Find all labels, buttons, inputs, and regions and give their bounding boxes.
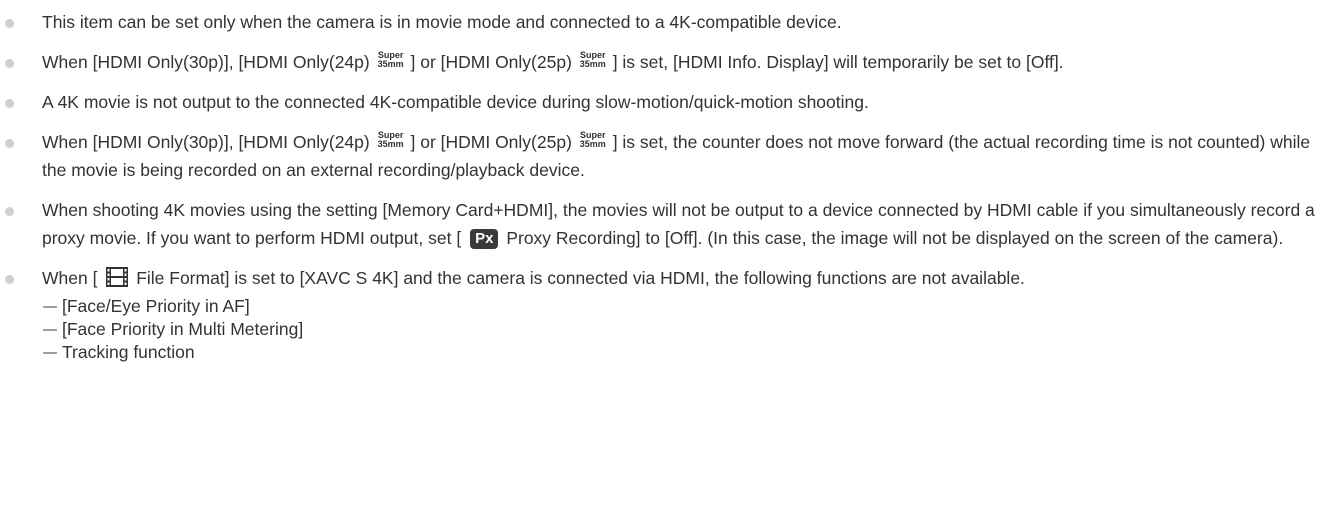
bullet-icon (5, 207, 14, 216)
notes-list: This item can be set only when the camer… (0, 0, 1338, 364)
bullet-icon (5, 19, 14, 28)
super35mm-icon: Super 35mm (579, 130, 606, 149)
note-text-part: When [ (42, 268, 98, 288)
note-text-part: When [HDMI Only(30p)], [HDMI Only(24p) (42, 132, 370, 152)
super35mm-icon: Super 35mm (377, 130, 404, 149)
unavailable-functions-list: [Face/Eye Priority in AF] [Face Priority… (42, 295, 1338, 364)
note-item: When [HDMI Only(30p)], [HDMI Only(24p) S… (0, 128, 1338, 184)
notes-page: This item can be set only when the camer… (0, 0, 1338, 530)
note-text-part: ] or [HDMI Only(25p) (410, 52, 572, 72)
bullet-icon (5, 99, 14, 108)
sub-list-item: [Face/Eye Priority in AF] (42, 295, 1338, 318)
note-text-part: Proxy Recording] to [Off]. (In this case… (506, 228, 1284, 248)
note-item: When [ File Format] is set to [XAVC S 4K… (0, 264, 1338, 364)
film-strip-icon (106, 267, 129, 295)
note-text: This item can be set only when the camer… (42, 12, 842, 32)
dash-icon (43, 329, 57, 331)
note-text-part: File Format] is set to [XAVC S 4K] and t… (136, 268, 1025, 288)
note-text-part: When [HDMI Only(30p)], [HDMI Only(24p) (42, 52, 370, 72)
super35mm-icon: Super 35mm (579, 50, 606, 69)
note-item: This item can be set only when the camer… (0, 8, 1338, 36)
sub-list-item: Tracking function (42, 341, 1338, 364)
super35mm-icon: Super 35mm (377, 50, 404, 69)
note-item: When shooting 4K movies using the settin… (0, 196, 1338, 252)
bullet-icon (5, 275, 14, 284)
dash-icon (43, 306, 57, 308)
bullet-icon (5, 59, 14, 68)
proxy-icon: Px (470, 229, 499, 249)
dash-icon (43, 352, 57, 354)
sub-list-item: [Face Priority in Multi Metering] (42, 318, 1338, 341)
note-item: When [HDMI Only(30p)], [HDMI Only(24p) S… (0, 48, 1338, 76)
note-text: A 4K movie is not output to the connecte… (42, 92, 869, 112)
note-text-part: ] or [HDMI Only(25p) (410, 132, 572, 152)
note-text-part: ] is set, [HDMI Info. Display] will temp… (612, 52, 1064, 72)
note-item: A 4K movie is not output to the connecte… (0, 88, 1338, 116)
bullet-icon (5, 139, 14, 148)
